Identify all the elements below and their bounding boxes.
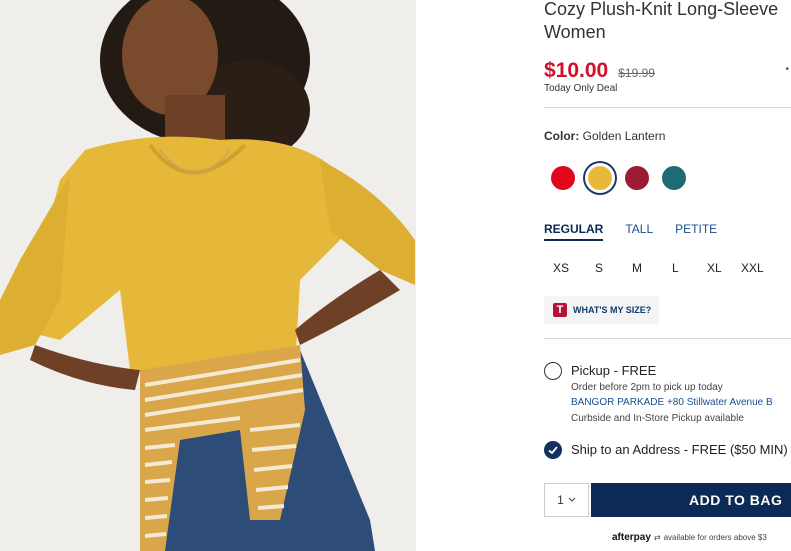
product-title: Cozy Plush-Knit Long-Sleeve Women	[544, 0, 778, 44]
pickup-note: Order before 2pm to pick up today	[571, 382, 723, 393]
deal-label: Today Only Deal	[544, 83, 618, 94]
title-line-1: Cozy Plush-Knit Long-Sleeve	[544, 0, 779, 19]
afterpay-logo: afterpay	[612, 532, 651, 543]
tab-regular[interactable]: REGULAR	[544, 222, 604, 241]
size-xs[interactable]: XS	[553, 261, 569, 275]
color-label: Color:	[544, 129, 580, 143]
swatch-burgundy[interactable]	[625, 166, 649, 190]
edge-mark: •	[785, 64, 789, 75]
checkmark-icon	[548, 446, 558, 455]
ship-label: Ship to an Address - FREE ($50 MIN)	[571, 442, 788, 457]
swatch-red[interactable]	[551, 166, 575, 190]
color-value: Golden Lantern	[582, 129, 666, 143]
whats-my-size-button[interactable]: T WHAT'S MY SIZE?	[544, 296, 659, 324]
true-fit-icon: T	[553, 303, 567, 317]
size-xxl[interactable]: XXL	[741, 261, 764, 275]
divider	[544, 338, 791, 339]
add-to-bag-button[interactable]: ADD TO BAG	[591, 483, 791, 517]
size-l[interactable]: L	[672, 261, 679, 275]
size-xl[interactable]: XL	[707, 261, 722, 275]
original-price: $19.99	[618, 66, 655, 80]
product-details: Cozy Plush-Knit Long-Sleeve Women $10.00…	[544, 0, 791, 551]
ship-radio[interactable]	[544, 441, 562, 459]
size-m[interactable]: M	[632, 261, 642, 275]
tab-tall[interactable]: TALL	[625, 222, 653, 241]
swatch-golden-lantern[interactable]	[588, 166, 612, 190]
product-image[interactable]	[0, 0, 416, 551]
curbside-note: Curbside and In-Store Pickup available	[571, 413, 744, 424]
fit-tabs: REGULAR TALL PETITE	[544, 222, 717, 241]
whats-my-size-label: WHAT'S MY SIZE?	[573, 305, 652, 315]
afterpay-text: available for orders above $3	[663, 533, 767, 542]
quantity-select[interactable]: 1	[544, 483, 589, 517]
tab-petite[interactable]: PETITE	[675, 222, 717, 241]
divider	[544, 107, 791, 108]
afterpay-note: afterpay ⇄ available for orders above $3	[612, 532, 767, 543]
price-row: $10.00 $19.99	[544, 59, 655, 83]
color-row: Color: Golden Lantern	[544, 129, 665, 143]
store-link[interactable]: BANGOR PARKADE +80 Stillwater Avenue B	[571, 397, 773, 408]
quantity-value: 1	[557, 493, 564, 507]
sale-price: $10.00	[544, 59, 609, 82]
title-line-2: Women	[544, 22, 606, 42]
swatch-teal[interactable]	[662, 166, 686, 190]
pickup-label: Pickup - FREE	[571, 363, 657, 378]
chevron-down-icon	[568, 497, 576, 502]
pickup-radio[interactable]	[544, 362, 562, 380]
size-s[interactable]: S	[595, 261, 603, 275]
afterpay-icon: ⇄	[653, 533, 661, 542]
